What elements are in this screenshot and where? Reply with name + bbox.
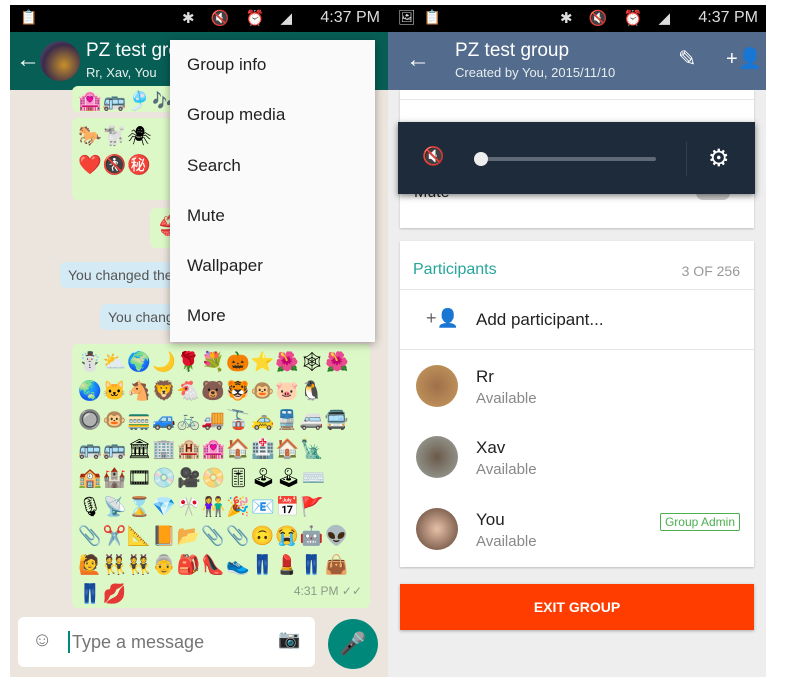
emoji-row: 🔘🐵🚃🚙🚲🚚🚡🚕🚆🚐🚍 (78, 410, 350, 431)
menu-item-more[interactable]: More (170, 291, 375, 341)
message-input-bar: ☺ 📷 (18, 617, 315, 667)
read-ticks-icon: ✓✓ (341, 584, 362, 598)
microphone-icon: 🎤 (339, 631, 367, 656)
emoji-row: 📎✂️📐📙📂📎📎🙃😭🤖👽 (78, 526, 350, 547)
add-participant-label: Add participant... (476, 310, 604, 329)
gear-icon[interactable]: ⚙ (708, 144, 730, 173)
edit-pencil-icon[interactable]: ✎ (678, 46, 696, 72)
group-created: Created by You, 2015/11/10 (455, 65, 616, 80)
status-bar: 📋 ✱ 🔇 ⏰ ◢ 4:37 PM (10, 5, 388, 32)
menu-item-search[interactable]: Search (170, 141, 375, 191)
add-person-icon: +👤 (426, 308, 459, 328)
emoji-row: 🏫🏰🎞💿🎥📀🎚🕹🕹⌨️ (78, 468, 327, 489)
group-info-screen: 🖼📋 ✱ 🔇 ⏰ ◢ 4:37 PM ← PZ test group Creat… (388, 5, 766, 677)
participants-card: Participants 3 OF 256 +👤 Add participant… (400, 241, 754, 567)
participant-row[interactable]: You Available Group Admin (400, 493, 754, 565)
clock: 4:37 PM (698, 9, 758, 26)
avatar (416, 436, 458, 478)
message-bubble: ☃️⛅🌍🌙🌹💐🎃⭐🌺🕸🌺 🌏🐱🐴🦁🐔🐻🐯🐵🐷🐧 🔘🐵🚃🚙🚲🚚🚡🚕🚆🚐🚍 🚌🚌🏛🏢… (72, 344, 370, 608)
add-participant-row[interactable]: +👤 Add participant... (400, 289, 754, 349)
group-admin-badge: Group Admin (659, 513, 740, 531)
volume-slider[interactable] (478, 157, 656, 161)
participant-status: Available (476, 461, 537, 478)
exit-group-button[interactable]: EXIT GROUP (400, 584, 754, 630)
menu-item-wallpaper[interactable]: Wallpaper (170, 241, 375, 291)
emoji-row: ☃️⛅🌍🌙🌹💐🎃⭐🌺🕸🌺 (78, 352, 350, 373)
emoji-row: 🎙📡⌛💎🎌👫🎉📧📅🚩 (78, 497, 326, 518)
group-title: PZ test group (455, 40, 570, 61)
mic-button[interactable]: 🎤 (328, 619, 378, 669)
participant-status: Available (476, 390, 537, 407)
status-bar: 🖼📋 ✱ 🔇 ⏰ ◢ 4:37 PM (388, 5, 766, 32)
clock: 4:37 PM (320, 9, 380, 26)
notification-icon: 📋 (20, 9, 46, 25)
avatar (416, 365, 458, 407)
back-arrow-icon[interactable]: ← (16, 46, 40, 74)
camera-icon[interactable]: 📷 (278, 629, 300, 650)
message-text: 🏩🚌🎐🎶 (78, 91, 177, 112)
message-time: 4:31 PM ✓✓ (294, 577, 362, 606)
participant-name: Rr (476, 367, 494, 386)
participant-status: Available (476, 533, 537, 550)
add-person-icon[interactable]: +👤 (726, 46, 763, 71)
chat-subtitle: Rr, Xav, You (86, 65, 157, 80)
emoji-row: 🙋👯👯👵🎒👠👟👖💄👖👜 (78, 555, 350, 576)
back-arrow-icon[interactable]: ← (406, 46, 430, 74)
group-avatar[interactable] (40, 41, 80, 81)
status-icons: ✱ 🔇 ⏰ ◢ (182, 10, 298, 27)
avatar (416, 508, 458, 550)
muted-speaker-icon[interactable]: 🔇 (422, 146, 444, 167)
notification-icons: 🖼📋 (398, 9, 450, 25)
participant-row[interactable]: Rr Available (400, 349, 754, 421)
menu-item-group-info[interactable]: Group info (170, 40, 375, 90)
menu-item-group-media[interactable]: Group media (170, 90, 375, 140)
emoji-icon[interactable]: ☺ (32, 629, 52, 652)
emoji-row: 🌏🐱🐴🦁🐔🐻🐯🐵🐷🐧 (78, 381, 325, 402)
overflow-menu: Group info Group media Search Mute Wallp… (170, 40, 375, 342)
participant-row[interactable]: Xav Available (400, 421, 754, 493)
status-icons: ✱ 🔇 ⏰ ◢ (560, 10, 676, 27)
participant-name: You (476, 510, 505, 529)
text-cursor (68, 631, 70, 653)
chat-screen: 📋 ✱ 🔇 ⏰ ◢ 4:37 PM ← PZ test group Rr, Xa… (10, 5, 388, 677)
participants-heading: Participants (413, 261, 497, 278)
info-header: ← PZ test group Created by You, 2015/11/… (388, 32, 766, 90)
message-timestamp: 4:31 PM (293, 584, 339, 598)
participants-count: 3 OF 256 (681, 263, 740, 279)
emoji-row: 🚌🚌🏛🏢🏨🏩🏠🏥🏠🗽 (78, 439, 326, 460)
volume-panel: 🔇 ⚙ (398, 122, 755, 194)
menu-item-mute[interactable]: Mute (170, 191, 375, 241)
volume-slider-thumb[interactable] (474, 152, 488, 166)
message-input[interactable] (72, 627, 262, 657)
participant-name: Xav (476, 438, 506, 457)
